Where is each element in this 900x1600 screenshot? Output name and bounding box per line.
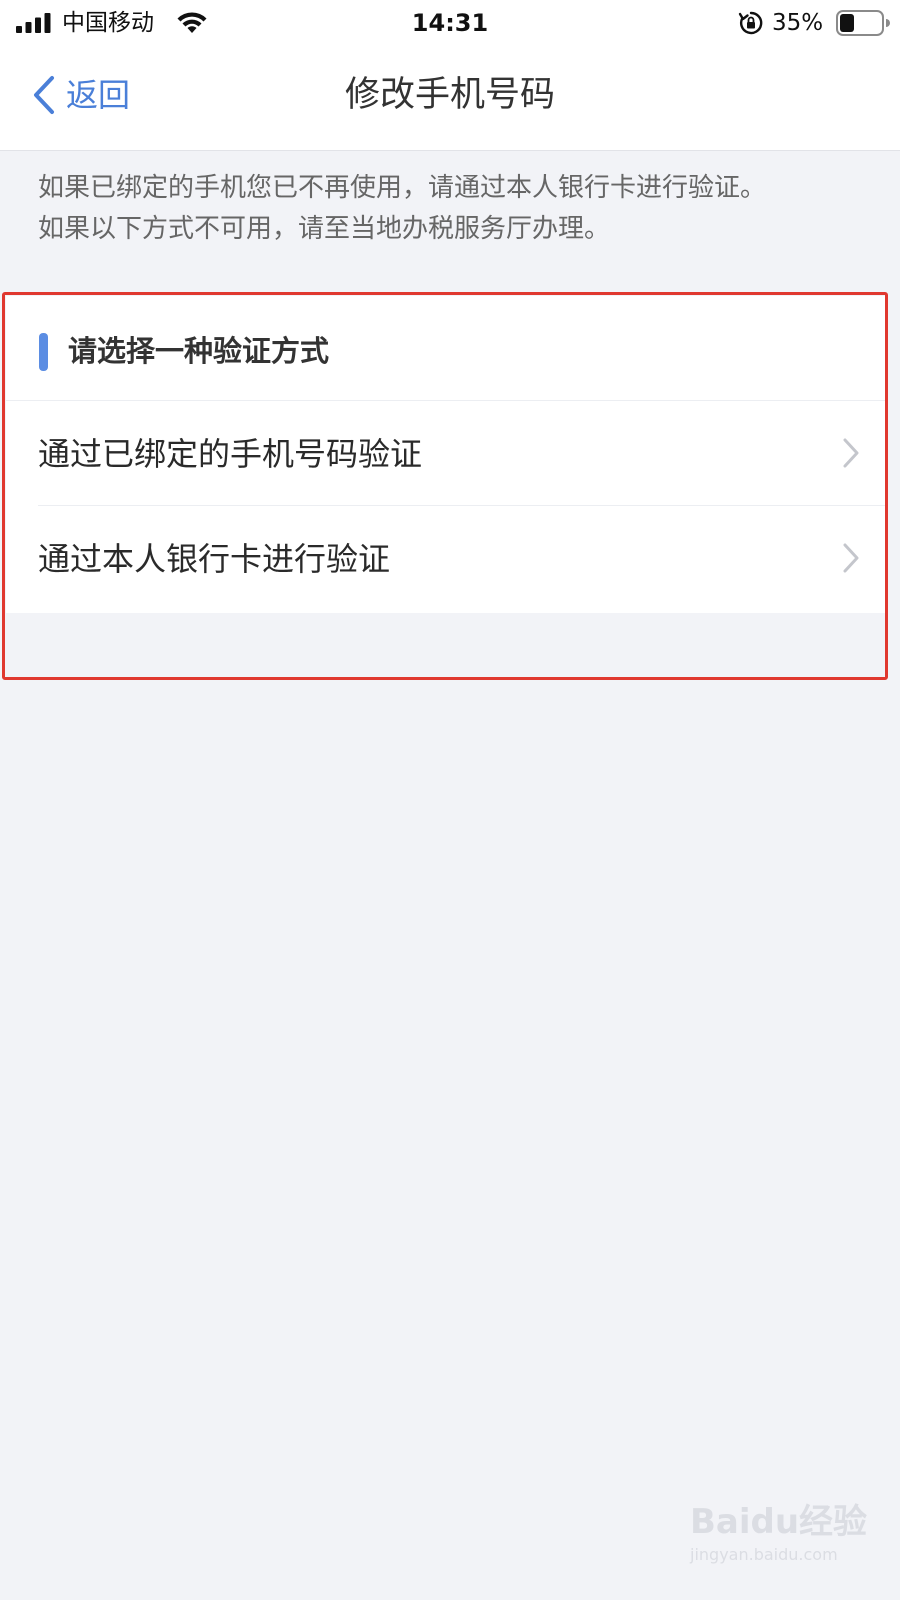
battery-percent: 35%: [772, 10, 824, 36]
hint-line: 如果已绑定的手机您已不再使用，请通过本人银行卡进行验证。: [38, 173, 767, 203]
clock: 14:31: [411, 9, 489, 37]
verification-method-card: 请选择一种验证方式 通过已绑定的手机号码验证 通过本人银行卡进行验证: [6, 296, 886, 613]
watermark-url: jingyan.baidu.com: [690, 1545, 838, 1564]
navigation-bar: 返回 修改手机号码: [0, 48, 900, 151]
section-title: 请选择一种验证方式: [68, 334, 330, 368]
page-title: 修改手机号码: [344, 75, 555, 115]
rotation-lock-icon: [738, 11, 763, 35]
hint-line: 如果以下方式不可用，请至当地办税服务厅办理。: [38, 214, 611, 244]
watermark: Baidu经验 jingyan.baidu.com: [690, 1500, 870, 1580]
battery-icon: [836, 10, 890, 36]
status-bar: 中国移动 14:31 35%: [0, 0, 900, 48]
section-header: 请选择一种验证方式: [6, 296, 886, 401]
hint-text: 如果已绑定的手机您已不再使用，请通过本人银行卡进行验证。 如果以下方式不可用，请…: [38, 168, 878, 250]
option-label: 通过已绑定的手机号码验证: [38, 435, 423, 473]
option-verify-by-bank-card[interactable]: 通过本人银行卡进行验证: [6, 506, 886, 610]
section-accent-bar: [39, 333, 48, 371]
option-verify-by-phone[interactable]: 通过已绑定的手机号码验证: [6, 401, 886, 505]
chevron-right-icon: [843, 543, 859, 573]
option-label: 通过本人银行卡进行验证: [38, 540, 391, 578]
watermark-brand: Baidu经验: [690, 1502, 868, 1542]
chevron-right-icon: [843, 438, 859, 468]
